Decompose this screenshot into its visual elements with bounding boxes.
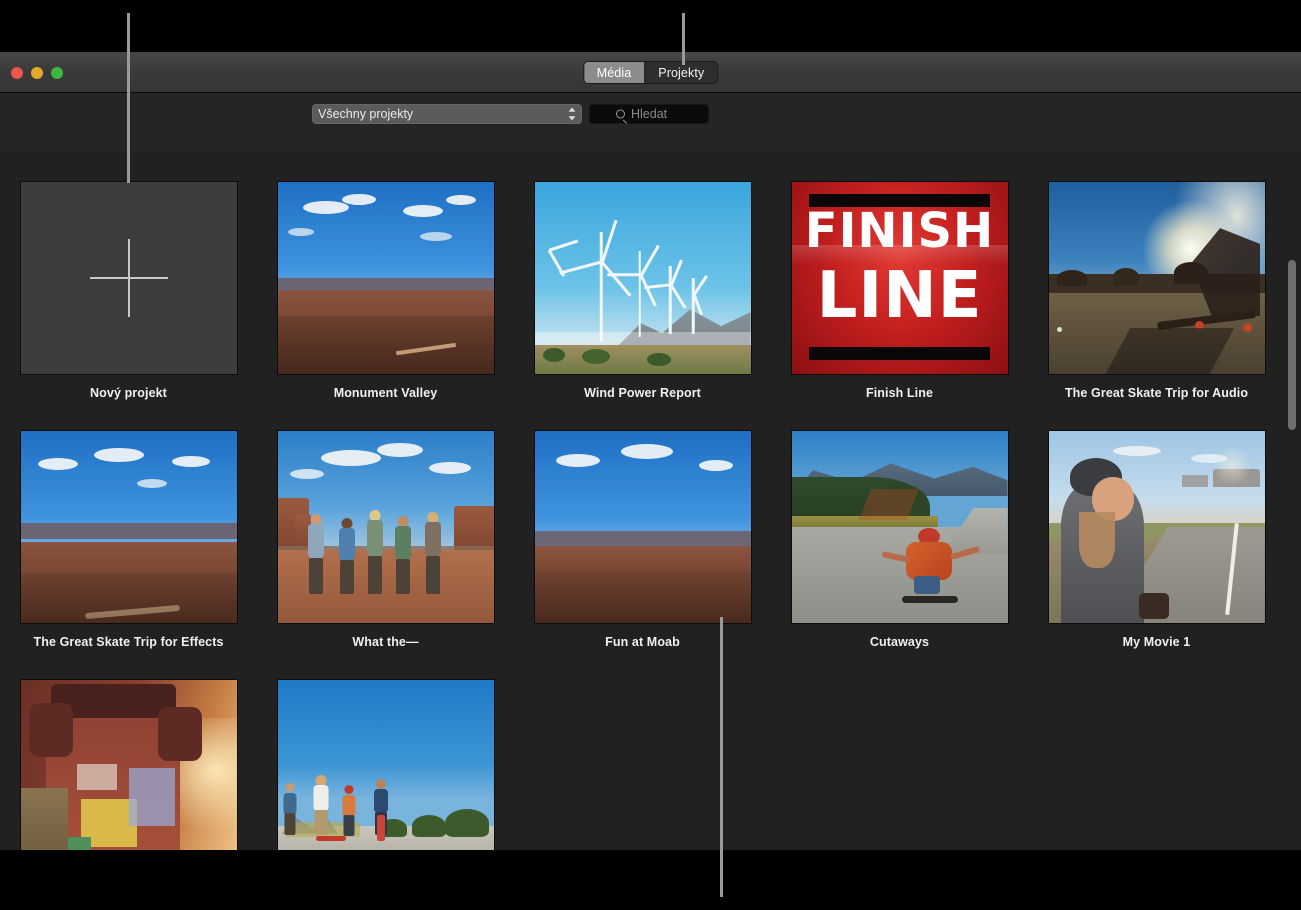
project-tile-my-movie-1[interactable]: My Movie 1: [1028, 431, 1285, 680]
search-placeholder: Hledat: [631, 107, 667, 121]
chevron-updown-icon: [568, 108, 576, 121]
search-icon: [616, 110, 625, 119]
project-thumbnail[interactable]: [21, 680, 237, 850]
finish-line-art-line1: FINISH: [792, 208, 1008, 254]
project-tile-new[interactable]: Nový projekt: [0, 182, 257, 431]
tab-media[interactable]: Média: [584, 62, 645, 83]
filter-toolbar: Všechny projekty Hledat: [0, 93, 1301, 152]
project-thumbnail[interactable]: [278, 431, 494, 623]
project-grid: Nový projekt: [0, 152, 1301, 850]
project-grid-area: Nový projekt: [0, 152, 1301, 850]
scrollbar-thumb[interactable]: [1288, 260, 1296, 430]
skater-figure: [900, 528, 960, 600]
plus-icon-bar: [90, 277, 168, 279]
project-thumbnail[interactable]: [535, 431, 751, 623]
project-tile-what-the[interactable]: What the—: [257, 431, 514, 680]
project-thumbnail[interactable]: FINISH LINE: [792, 182, 1008, 374]
project-title: What the—: [352, 635, 418, 649]
new-project-thumbnail[interactable]: [21, 182, 237, 374]
project-thumbnail[interactable]: [1049, 182, 1265, 374]
project-title: Cutaways: [870, 635, 929, 649]
project-thumbnail[interactable]: [792, 431, 1008, 623]
callout-line-new-project: [127, 13, 130, 183]
imovie-window: Média Projekty Všechny projekty Hledat: [0, 52, 1301, 850]
vertical-scrollbar[interactable]: [1288, 260, 1296, 800]
project-thumbnail[interactable]: [535, 182, 751, 374]
tab-projekty[interactable]: Projekty: [644, 62, 717, 83]
project-title: Finish Line: [866, 386, 933, 400]
project-title: Wind Power Report: [584, 386, 701, 400]
project-thumbnail[interactable]: [1049, 431, 1265, 623]
callout-line-project-grid: [720, 617, 723, 897]
project-thumbnail[interactable]: [278, 680, 494, 850]
screenshot-root: Média Projekty Všechny projekty Hledat: [0, 0, 1301, 910]
project-tile-walkers[interactable]: [257, 680, 514, 850]
traffic-light-group: [11, 67, 63, 79]
project-tile-great-skate-audio[interactable]: The Great Skate Trip for Audio: [1028, 182, 1285, 431]
window-titlebar: Média Projekty: [0, 52, 1301, 93]
project-title: Fun at Moab: [605, 635, 680, 649]
project-tile-fun-at-moab[interactable]: Fun at Moab: [514, 431, 771, 680]
screen-bottom-band: [0, 850, 1301, 910]
project-filter-value: Všechny projekty: [318, 107, 413, 121]
zoom-window-button[interactable]: [51, 67, 63, 79]
project-thumbnail[interactable]: [278, 182, 494, 374]
project-title: My Movie 1: [1123, 635, 1191, 649]
minimize-window-button[interactable]: [31, 67, 43, 79]
project-title: Monument Valley: [334, 386, 438, 400]
project-title: The Great Skate Trip for Audio: [1065, 386, 1248, 400]
project-tile-finish-line[interactable]: FINISH LINE Finish Line: [771, 182, 1028, 431]
search-field[interactable]: Hledat: [589, 104, 709, 124]
project-filter-popup[interactable]: Všechny projekty: [312, 104, 582, 124]
project-tile-monument-valley[interactable]: Monument Valley: [257, 182, 514, 431]
callout-line-projects-tab: [682, 13, 685, 65]
project-tile-great-skate-effects[interactable]: The Great Skate Trip for Effects: [0, 431, 257, 680]
media-projects-segmented-control: Média Projekty: [584, 62, 718, 83]
project-title: Nový projekt: [90, 386, 167, 400]
project-title: The Great Skate Trip for Effects: [33, 635, 223, 649]
close-window-button[interactable]: [11, 67, 23, 79]
finish-line-art-line2: LINE: [792, 266, 1008, 327]
project-tile-cutaways[interactable]: Cutaways: [771, 431, 1028, 680]
project-tile-skate-deck[interactable]: [0, 680, 257, 850]
project-thumbnail[interactable]: [21, 431, 237, 623]
project-tile-wind-power-report[interactable]: Wind Power Report: [514, 182, 771, 431]
